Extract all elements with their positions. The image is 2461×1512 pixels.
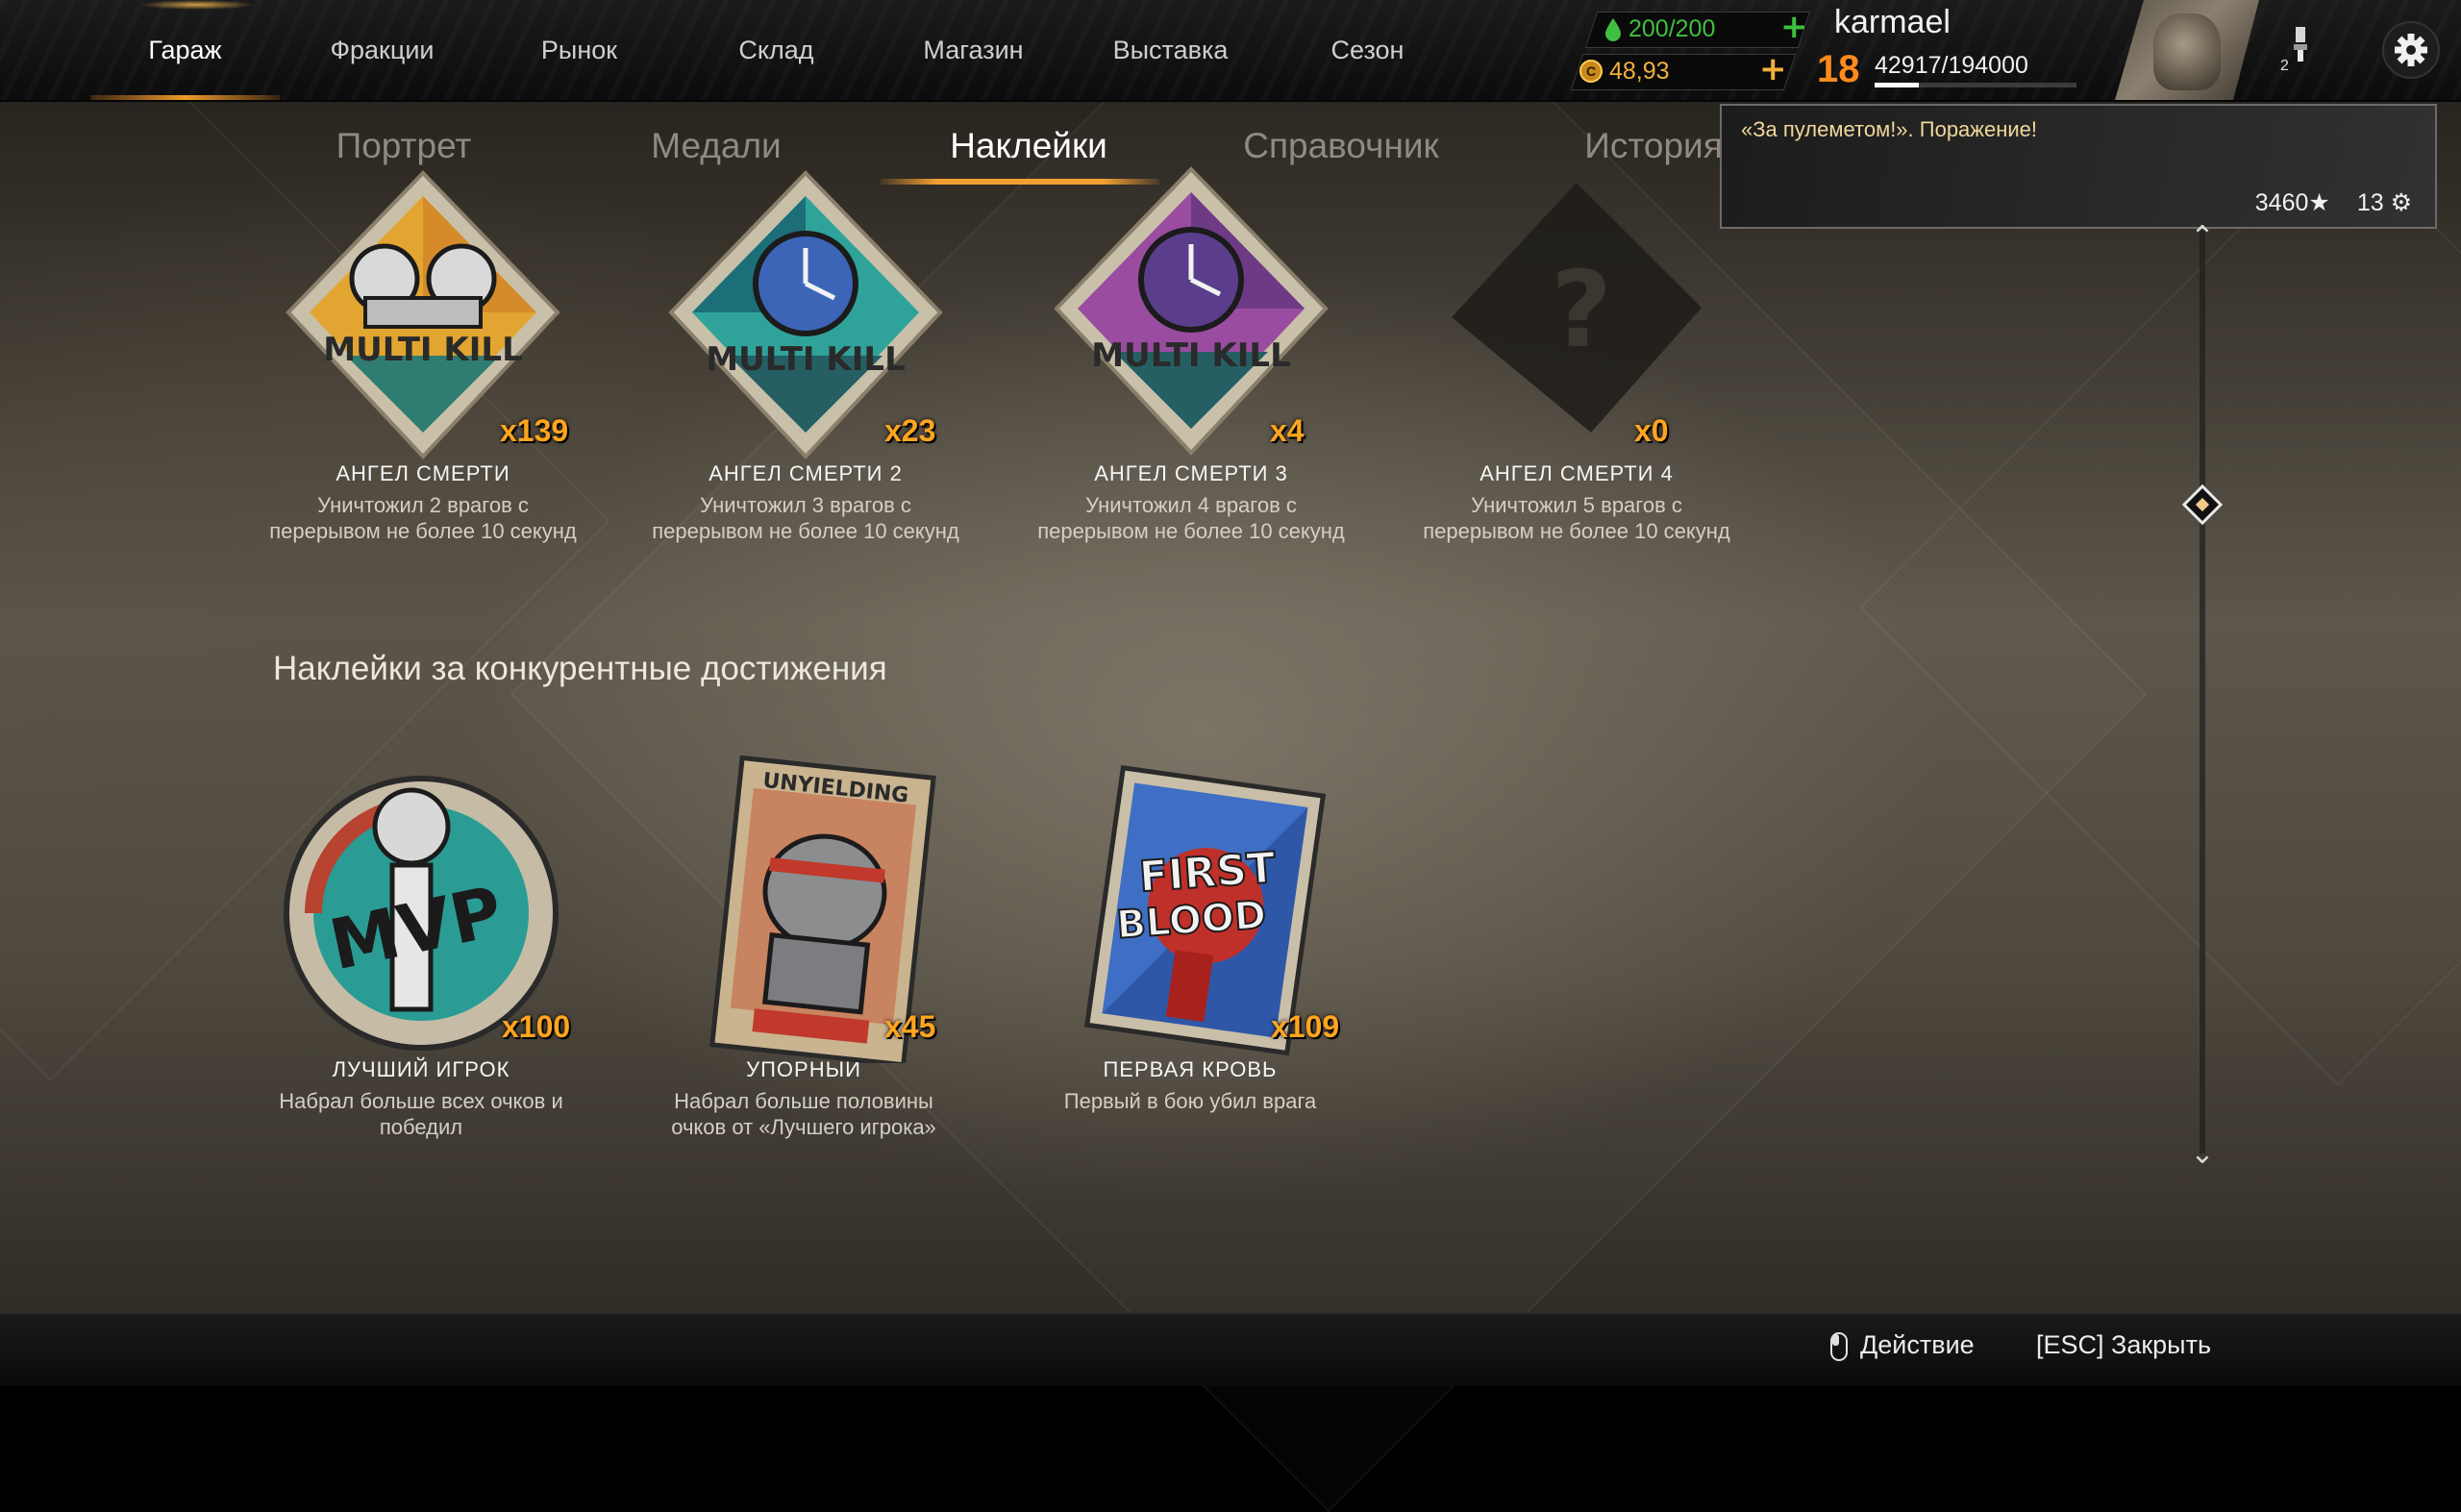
player-level: 18 [1817, 48, 1860, 90]
coins-value: 48,93 [1609, 58, 1670, 85]
scroll-down-icon[interactable]: ⌄ [2184, 1140, 2221, 1169]
battle-notification[interactable]: «За пулеметом!». Поражение! 3460★ 13 ⚙ [1720, 104, 2437, 229]
sticker-locked: ? x0 [1423, 173, 1730, 461]
close-hint[interactable]: [ESC] Закрыть [2036, 1330, 2211, 1360]
sticker-card[interactable]: MVP x100 ЛУЧШИЙ ИГРОК Набрал больше всех… [229, 769, 613, 1140]
medal-count: 2 [2280, 58, 2289, 74]
sticker-desc-line: Набрал больше всех очков и [279, 1089, 563, 1113]
sticker-description: Набрал больше половины очков от «Лучшего… [611, 1088, 996, 1140]
sticker-description: Набрал больше всех очков и победил [229, 1088, 613, 1140]
sticker-card[interactable]: UNYIELDING x45 УПОРНЫЙ Набрал больше пол… [611, 756, 996, 1140]
action-hint[interactable]: Действие [1860, 1330, 1975, 1360]
coins-plus-button[interactable]: + [1759, 52, 1787, 87]
nav-market[interactable]: Рынок [481, 0, 678, 100]
sticker-count: x23 [884, 413, 936, 448]
sticker-count: x139 [500, 413, 569, 448]
avatar-portrait [2153, 13, 2221, 90]
sticker-mvp: MVP x100 [267, 769, 575, 1057]
stars-reward: 3460★ [2254, 189, 2330, 216]
sticker-description: Уничтожил 3 врагов с перерывом не более … [613, 492, 998, 544]
sticker-desc-line: перерывом не более 10 секунд [652, 519, 959, 543]
main-nav: Гараж Фракции Рынок Склад Магазин Выстав… [87, 0, 1466, 100]
svg-text:MULTI KILL: MULTI KILL [323, 331, 523, 369]
parts-value: 13 [2356, 189, 2384, 216]
medal-icon[interactable] [2288, 25, 2313, 67]
sticker-card[interactable]: MULTI KILL x139 АНГЕЛ СМЕРТИ Уничтожил 2… [231, 170, 615, 544]
nav-shop[interactable]: Магазин [875, 0, 1072, 100]
fuel-plus-button[interactable]: + [1780, 10, 1808, 44]
player-xp: 42917/194000 [1875, 52, 2028, 79]
sticker-unyielding: UNYIELDING x45 [650, 756, 957, 1063]
scrollbar-track[interactable] [2200, 231, 2205, 1153]
sticker-multi-kill-purple: MULTI KILL x4 [1037, 166, 1345, 461]
sticker-count: x45 [884, 1009, 936, 1044]
nav-factions[interactable]: Фракции [284, 0, 481, 100]
parts-reward: 13 ⚙ [2356, 189, 2412, 216]
nav-season[interactable]: Сезон [1269, 0, 1466, 100]
sticker-desc-line: перерывом не более 10 секунд [1037, 519, 1345, 543]
sticker-desc-line: очков от «Лучшего игрока» [671, 1115, 936, 1139]
gear-icon [2395, 34, 2427, 66]
nav-storage[interactable]: Склад [678, 0, 875, 100]
xp-progress-fill [1875, 83, 1920, 87]
scroll-up-icon[interactable]: ⌃ [2184, 223, 2221, 252]
svg-text:C: C [1586, 63, 1596, 79]
nav-garage[interactable]: Гараж [87, 0, 284, 100]
sticker-card[interactable]: FIRST BLOOD x109 ПЕРВАЯ КРОВЬ Первый в б… [998, 765, 1382, 1114]
mouse-icon [1830, 1332, 1848, 1361]
stars-value: 3460 [2254, 189, 2309, 216]
sticker-count: x109 [1271, 1009, 1340, 1044]
sticker-count: x0 [1634, 413, 1669, 448]
sticker-desc-line: Первый в бою убил врага [1063, 1089, 1317, 1113]
fuel-drop-icon [1605, 18, 1621, 41]
settings-button[interactable] [2382, 21, 2440, 79]
sticker-description: Уничтожил 5 врагов с перерывом не более … [1384, 492, 1769, 544]
sticker-description: Первый в бою убил врага [998, 1088, 1382, 1114]
sticker-desc-line: Набрал больше половины [674, 1089, 933, 1113]
sticker-multi-kill-teal: MULTI KILL x23 [652, 170, 959, 461]
fuel-value: 200/200 [1628, 15, 1716, 42]
sticker-desc-line: победил [379, 1115, 463, 1139]
sticker-desc-line: Уничтожил 5 врагов с [1471, 493, 1682, 517]
sticker-desc-line: перерывом не более 10 секунд [269, 519, 577, 543]
sticker-desc-line: перерывом не более 10 секунд [1423, 519, 1730, 543]
sticker-desc-line: Уничтожил 3 врагов с [700, 493, 911, 517]
sticker-card[interactable]: ? x0 АНГЕЛ СМЕРТИ 4 Уничтожил 5 врагов с… [1384, 173, 1769, 544]
sticker-count: x4 [1270, 413, 1305, 448]
svg-text:MULTI KILL: MULTI KILL [706, 340, 906, 379]
sticker-multi-kill-yellow: MULTI KILL x139 [269, 170, 577, 461]
sticker-card[interactable]: MULTI KILL x4 АНГЕЛ СМЕРТИ 3 Уничтожил 4… [999, 166, 1383, 544]
xp-progress-bar [1875, 83, 2076, 87]
player-name: karmael [1834, 4, 1951, 40]
sticker-description: Уничтожил 4 врагов с перерывом не более … [999, 492, 1383, 544]
svg-text:MULTI KILL: MULTI KILL [1091, 336, 1291, 375]
scrollbar-thumb-inner [2195, 497, 2210, 512]
sticker-description: Уничтожил 2 врагов с перерывом не более … [231, 492, 615, 544]
nav-exhibition[interactable]: Выставка [1072, 0, 1269, 100]
notification-rewards: 3460★ 13 ⚙ [2255, 188, 2412, 217]
notification-message: «За пулеметом!». Поражение! [1741, 117, 2038, 141]
sticker-count: x100 [502, 1009, 571, 1044]
sticker-card[interactable]: MULTI KILL x23 АНГЕЛ СМЕРТИ 2 Уничтожил … [613, 170, 998, 544]
sticker-desc-line: Уничтожил 4 врагов с [1085, 493, 1297, 517]
section-title: Наклейки за конкурентные достижения [273, 650, 887, 687]
svg-text:?: ? [1551, 248, 1612, 371]
sticker-first-blood: FIRST BLOOD x109 [1036, 765, 1344, 1057]
coin-icon: C [1579, 60, 1603, 83]
sticker-desc-line: Уничтожил 2 врагов с [317, 493, 529, 517]
